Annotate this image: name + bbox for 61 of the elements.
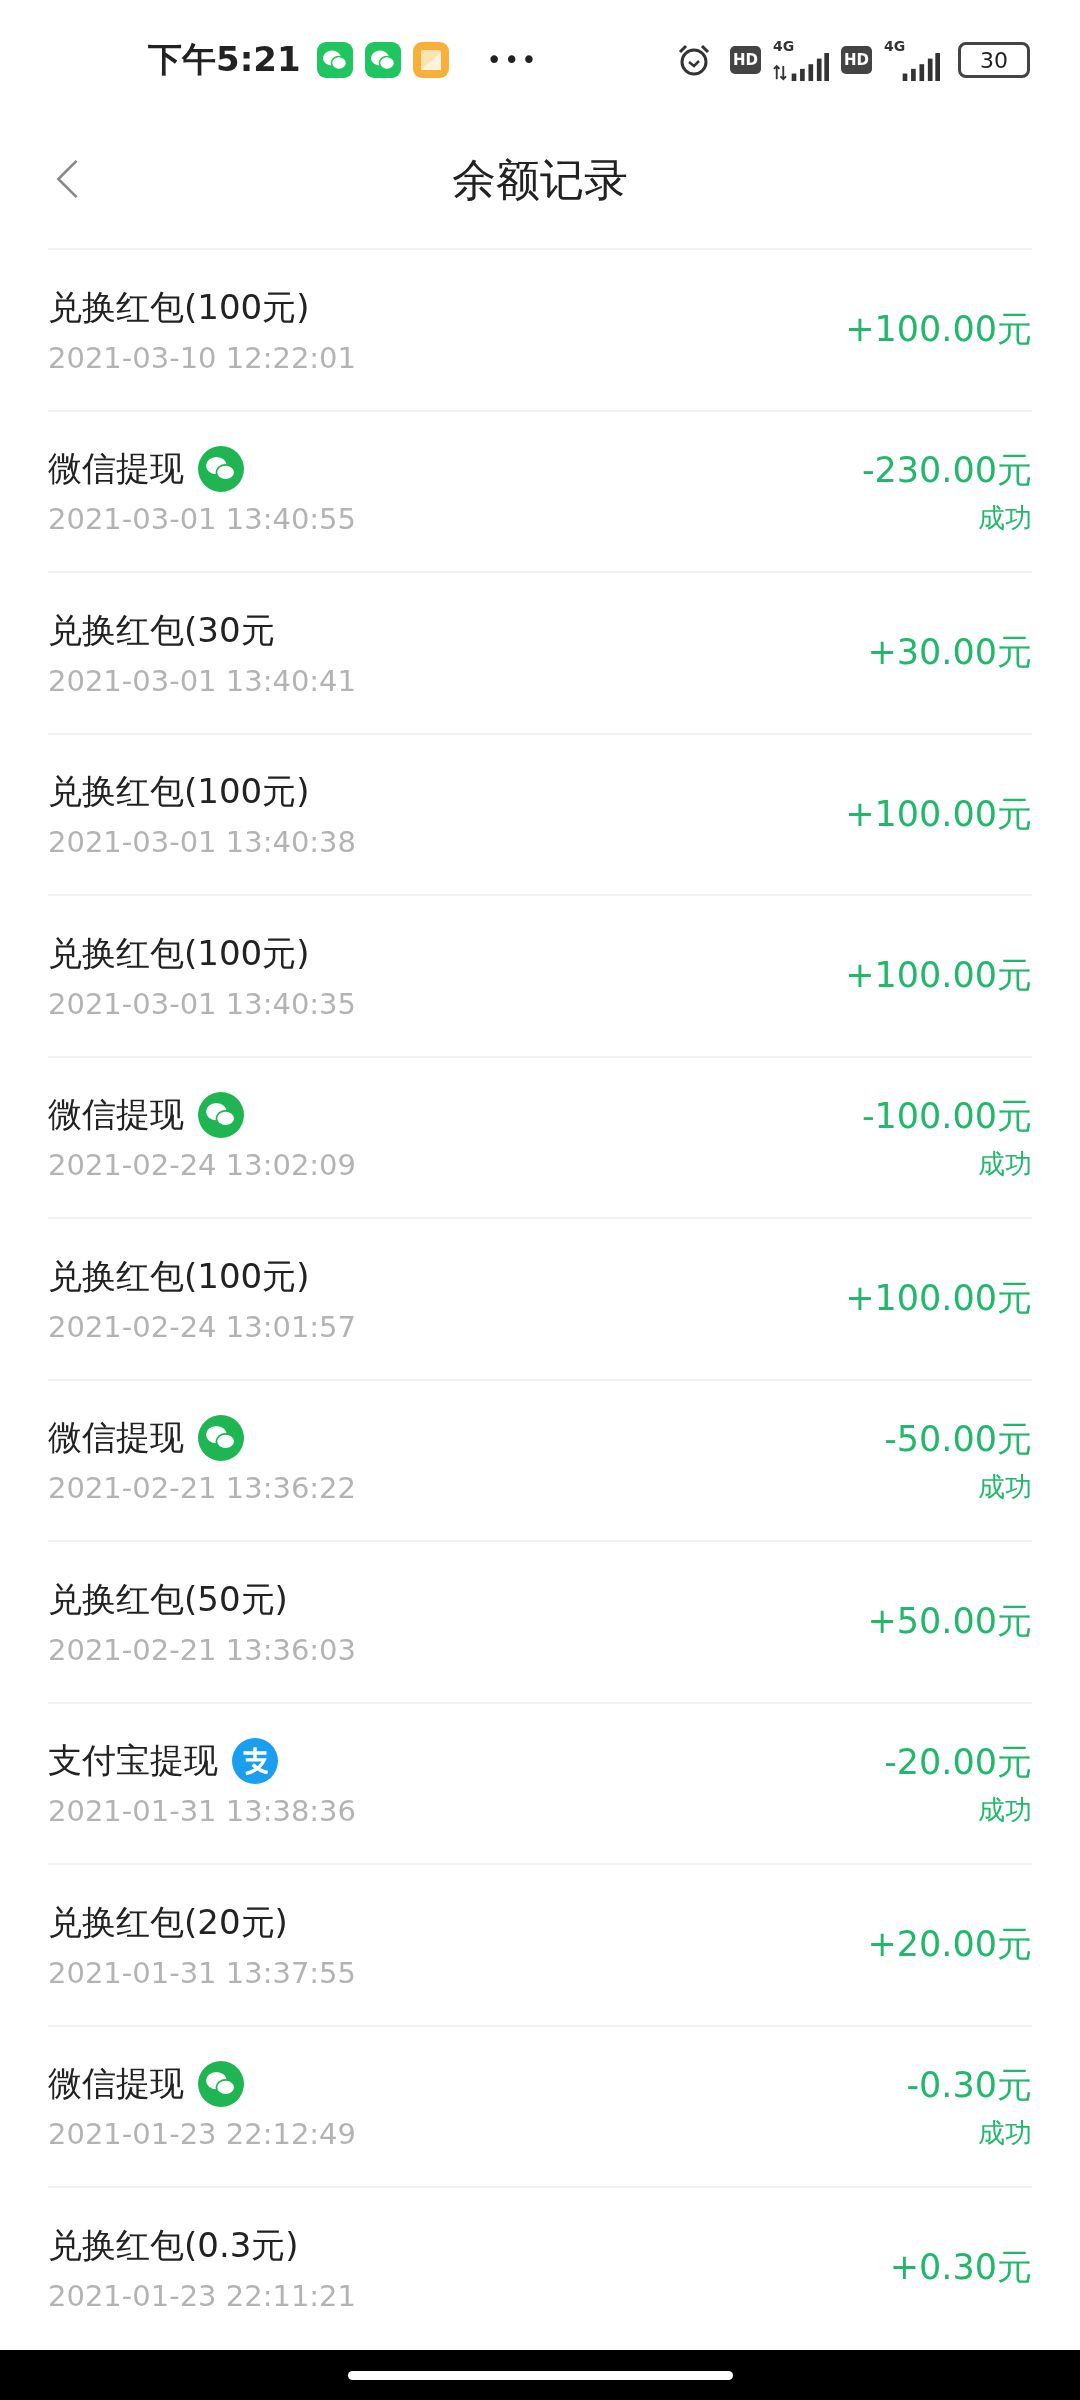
record-amount: -50.00元 <box>884 1417 1032 1461</box>
record-status: 成功 <box>978 2115 1032 2150</box>
gallery-app-icon <box>412 42 449 78</box>
record-date: 2021-02-21 13:36:22 <box>48 1471 356 1506</box>
record-date: 2021-03-10 12:22:01 <box>48 340 356 375</box>
record-status: 成功 <box>978 1469 1032 1504</box>
chat-bubbles-icon <box>198 446 244 493</box>
record-date: 2021-01-23 22:11:21 <box>48 2278 356 2313</box>
record-amount: +100.00元 <box>845 954 1032 998</box>
record-status: 成功 <box>978 500 1032 535</box>
record-date: 2021-03-01 13:40:38 <box>48 825 356 860</box>
record-date: 2021-01-23 22:12:49 <box>48 2117 356 2152</box>
record-title: 兑换红包(20元) <box>48 1900 288 1944</box>
battery-indicator: 30 <box>958 42 1030 78</box>
record-date: 2021-02-24 13:01:57 <box>48 1309 356 1344</box>
record-amount: -0.30元 <box>906 2063 1032 2107</box>
home-indicator[interactable] <box>347 2370 733 2380</box>
record-title: 微信提现 <box>48 1416 184 1460</box>
record-amount: -230.00元 <box>861 448 1032 492</box>
record-title: 微信提现 <box>48 1093 184 1137</box>
record-amount: +100.00元 <box>845 1277 1032 1321</box>
chat-app-icon <box>316 42 353 78</box>
record-date: 2021-01-31 13:38:36 <box>48 1794 356 1829</box>
record-title: 兑换红包(100元) <box>48 770 310 814</box>
record-title: 兑换红包(0.3元) <box>48 2223 299 2267</box>
hd-badge: HD <box>729 46 761 74</box>
record-title: 兑换红包(100元) <box>48 1254 310 1298</box>
record-title: 兑换红包(100元) <box>48 931 310 975</box>
record-title: 支付宝提现 <box>48 1739 218 1783</box>
hd-badge: HD <box>841 46 872 74</box>
record-status: 成功 <box>978 1146 1032 1181</box>
page-title: 余额记录 <box>452 152 628 207</box>
record-amount: +0.30元 <box>889 2246 1032 2290</box>
record-amount: -100.00元 <box>861 1094 1032 1138</box>
record-date: 2021-02-24 13:02:09 <box>48 1148 356 1183</box>
network-label: 4G <box>884 39 906 53</box>
chat-bubbles-icon <box>198 2061 244 2108</box>
chat-bubbles-icon <box>198 1092 244 1139</box>
record-title: 微信提现 <box>48 2062 184 2106</box>
chat-bubbles-icon <box>198 1415 244 1462</box>
record-title: 微信提现 <box>48 447 184 491</box>
record-amount: +100.00元 <box>845 792 1032 836</box>
record-title: 兑换红包(100元) <box>48 285 310 329</box>
record-amount: -20.00元 <box>884 1740 1032 1784</box>
chat-app-icon <box>364 42 401 78</box>
network-label: 4G <box>773 39 795 53</box>
record-date: 2021-01-31 13:37:55 <box>48 1955 356 1990</box>
record-amount: +30.00元 <box>867 631 1032 675</box>
record-title: 兑换红包(50元) <box>48 1577 288 1621</box>
status-time: 下午5:21 <box>148 38 301 81</box>
record-title: 兑换红包(30元 <box>48 608 275 652</box>
record-date: 2021-03-01 13:40:55 <box>48 502 356 537</box>
record-amount: +50.00元 <box>867 1600 1032 1644</box>
record-amount: +100.00元 <box>845 308 1032 352</box>
record-amount: +20.00元 <box>867 1923 1032 1967</box>
payment-logo-icon <box>232 1738 278 1785</box>
record-date: 2021-02-21 13:36:03 <box>48 1632 356 1667</box>
more-notifications: ••• <box>486 45 539 75</box>
record-date: 2021-03-01 13:40:35 <box>48 986 356 1021</box>
record-status: 成功 <box>978 1792 1032 1827</box>
record-date: 2021-03-01 13:40:41 <box>48 663 356 698</box>
